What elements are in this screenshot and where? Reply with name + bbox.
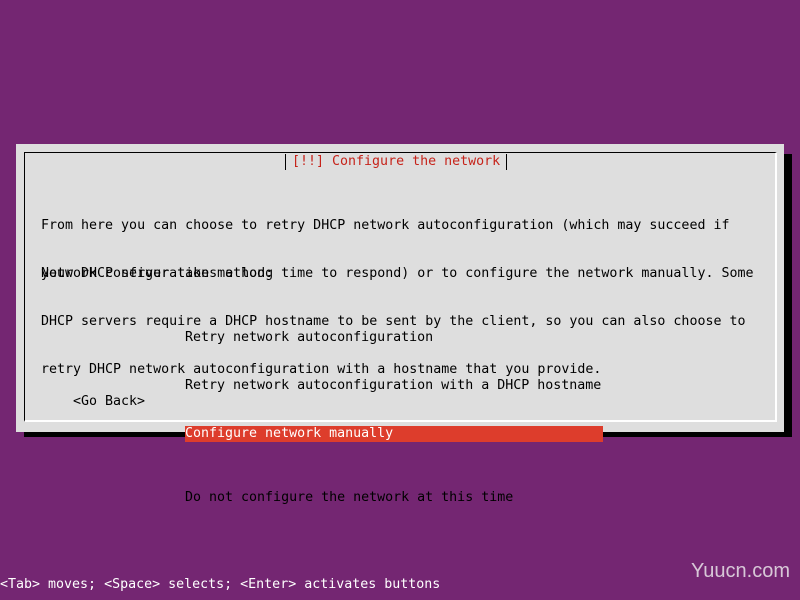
dialog-title: [!!] Configure the network (285, 154, 508, 170)
go-back-button[interactable]: <Go Back> (73, 394, 145, 410)
option-configure-manually[interactable]: Configure network manually (185, 426, 603, 442)
option-retry-autoconfiguration[interactable]: Retry network autoconfiguration (185, 330, 603, 346)
method-label: Network configuration method: (41, 266, 274, 281)
option-retry-with-dhcp-hostname[interactable]: Retry network autoconfiguration with a D… (185, 378, 603, 394)
keyboard-help-line: <Tab> moves; <Space> selects; <Enter> ac… (0, 577, 441, 592)
watermark-logo: Yuucn.com (691, 560, 790, 582)
option-do-not-configure[interactable]: Do not configure the network at this tim… (185, 490, 603, 506)
method-options-list: Retry network autoconfiguration Retry ne… (185, 298, 603, 538)
description-line: From here you can choose to retry DHCP n… (41, 218, 730, 233)
configure-network-dialog: [!!] Configure the network From here you… (16, 144, 784, 505)
dialog-frame: [!!] Configure the network From here you… (24, 152, 777, 505)
